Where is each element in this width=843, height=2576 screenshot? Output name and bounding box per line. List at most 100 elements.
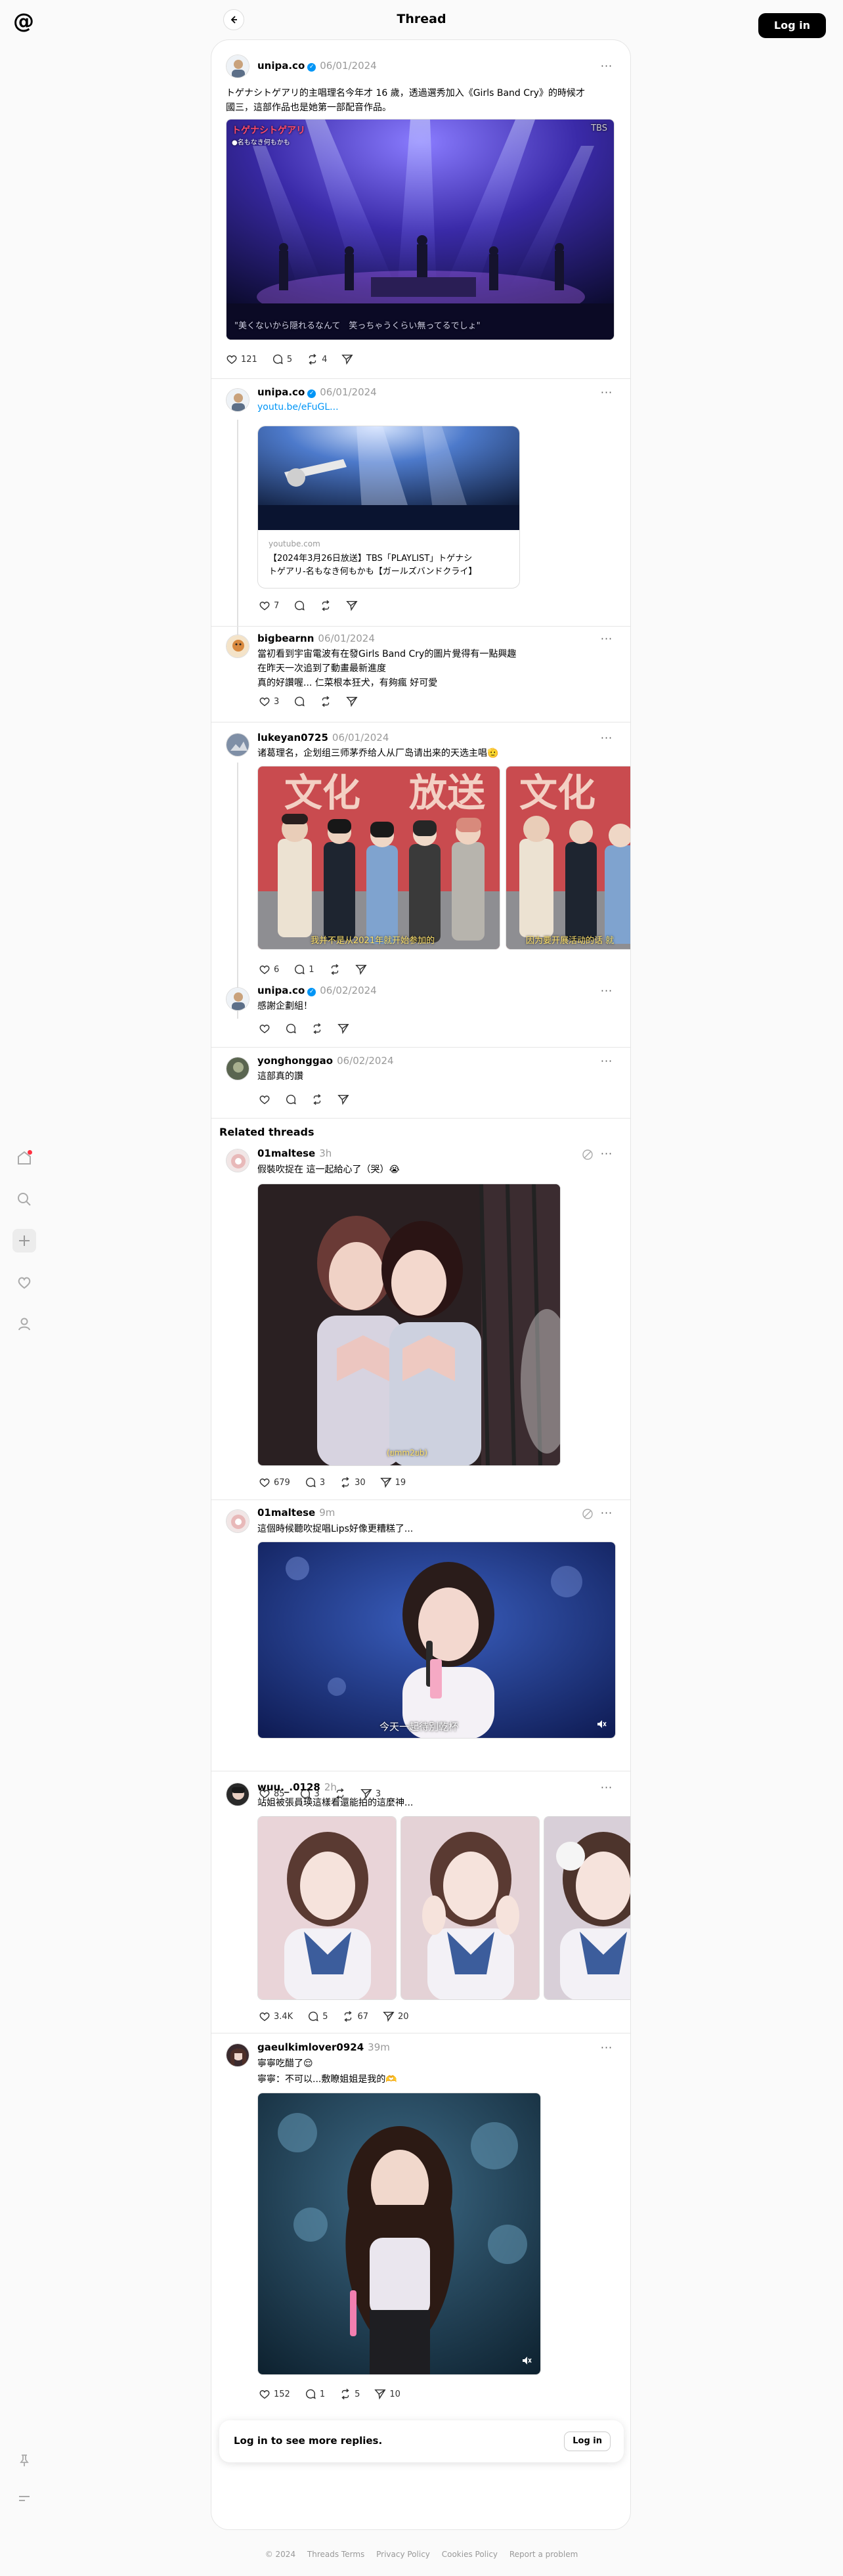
footer-cookies-link[interactable]: Cookies Policy — [442, 2550, 498, 2559]
mute-video-icon[interactable] — [521, 2355, 532, 2366]
avatar[interactable] — [226, 1783, 249, 1806]
like-button[interactable]: 679 — [259, 1477, 290, 1488]
post-header[interactable]: lukeyan0725 06/01/2024 — [257, 732, 389, 744]
username[interactable]: lukeyan0725 — [257, 732, 328, 744]
mute-icon[interactable] — [582, 1149, 594, 1161]
avatar[interactable] — [226, 1057, 249, 1080]
more-options-icon[interactable]: ··· — [597, 60, 616, 73]
post-header[interactable]: unipa.co ✓ 06/02/2024 — [257, 985, 377, 996]
timestamp[interactable]: 3h — [319, 1147, 332, 1159]
post-header[interactable]: wuu._.0128 2h — [257, 1781, 337, 1793]
post-header[interactable]: unipa.co ✓ 06/01/2024 — [257, 386, 377, 398]
username[interactable]: wuu._.0128 — [257, 1781, 320, 1793]
timestamp[interactable]: 06/02/2024 — [337, 1055, 393, 1067]
mute-video-icon[interactable] — [595, 1718, 607, 1730]
timestamp[interactable]: 06/01/2024 — [332, 732, 389, 744]
reply-button[interactable] — [293, 600, 305, 611]
timestamp[interactable]: 06/02/2024 — [320, 985, 376, 996]
like-button[interactable] — [259, 1094, 270, 1105]
more-options-icon[interactable]: ··· — [597, 1507, 616, 1520]
post-header[interactable]: gaeulkimlover0924 39m — [257, 2041, 390, 2053]
timestamp[interactable]: 06/01/2024 — [320, 386, 376, 398]
repost-button[interactable]: 67 — [342, 2010, 368, 2022]
post-header[interactable]: yonghonggao 06/02/2024 — [257, 1055, 394, 1067]
reply-button[interactable] — [293, 696, 305, 707]
more-options-icon[interactable]: ··· — [597, 1055, 616, 1068]
share-button[interactable] — [346, 600, 358, 611]
post-header[interactable]: bigbearnn 06/01/2024 — [257, 633, 375, 644]
more-options-icon[interactable]: ··· — [597, 985, 616, 998]
username[interactable]: unipa.co — [257, 985, 305, 996]
username[interactable]: yonghonggao — [257, 1055, 333, 1067]
repost-button[interactable] — [311, 1094, 323, 1105]
login-prompt-button[interactable]: Log in — [564, 2432, 611, 2451]
more-options-icon[interactable]: ··· — [597, 633, 616, 646]
avatar[interactable] — [226, 634, 249, 658]
reply-button[interactable] — [285, 1023, 297, 1034]
more-options-icon[interactable]: ··· — [597, 1781, 616, 1794]
username[interactable]: 01maltese — [257, 1507, 315, 1519]
post-image[interactable] — [400, 1816, 540, 2000]
post-image[interactable]: トゲナシトゲアリ ●名もなき何もかも TBS "美くないから隠れるなんて 笑っち… — [226, 119, 615, 340]
profile-icon[interactable] — [12, 1312, 36, 1336]
footer-terms-link[interactable]: Threads Terms — [307, 2550, 364, 2559]
avatar[interactable] — [226, 1509, 249, 1533]
home-icon[interactable] — [12, 1146, 36, 1170]
repost-button[interactable]: 5 — [339, 2388, 360, 2400]
post-video[interactable] — [257, 2093, 541, 2375]
username[interactable]: unipa.co — [257, 386, 305, 398]
username[interactable]: gaeulkimlover0924 — [257, 2041, 364, 2053]
avatar[interactable] — [226, 55, 249, 78]
share-button[interactable] — [337, 1023, 349, 1034]
share-button[interactable]: 19 — [379, 1477, 406, 1488]
footer-report-link[interactable]: Report a problem — [509, 2550, 578, 2559]
post-image[interactable]: 文化 因为要开展活动的话 就 — [506, 766, 630, 950]
more-options-icon[interactable]: ··· — [597, 2041, 616, 2054]
activity-icon[interactable] — [12, 1271, 36, 1295]
more-options-icon[interactable]: ··· — [597, 1147, 616, 1161]
avatar[interactable] — [226, 733, 249, 757]
share-button[interactable]: 20 — [383, 2010, 409, 2022]
pin-icon[interactable] — [12, 2449, 36, 2472]
timestamp[interactable]: 06/01/2024 — [318, 633, 374, 644]
create-icon[interactable] — [12, 1229, 36, 1253]
username[interactable]: unipa.co — [257, 60, 305, 72]
share-button[interactable] — [346, 696, 358, 707]
reply-button[interactable]: 3 — [305, 1477, 325, 1488]
repost-button[interactable] — [320, 696, 332, 707]
avatar[interactable] — [226, 2043, 249, 2067]
avatar[interactable] — [226, 1149, 249, 1172]
timestamp[interactable]: 39m — [368, 2041, 390, 2053]
like-button[interactable]: 7 — [259, 600, 279, 611]
footer-privacy-link[interactable]: Privacy Policy — [376, 2550, 430, 2559]
username[interactable]: bigbearnn — [257, 633, 314, 644]
avatar[interactable] — [226, 987, 249, 1011]
menu-icon[interactable] — [12, 2487, 36, 2510]
like-button[interactable]: 3 — [259, 696, 279, 707]
like-button[interactable]: 152 — [259, 2388, 290, 2400]
login-button[interactable]: Log in — [758, 13, 826, 38]
repost-button[interactable] — [329, 964, 341, 975]
timestamp[interactable]: 9m — [319, 1507, 335, 1519]
post-image[interactable]: 文化 放送 我并不是从2021年就开始参加的 — [257, 766, 500, 950]
share-button[interactable] — [337, 1094, 349, 1105]
link-preview-card[interactable]: youtube.com 【2024年3月26日放送】TBS「PLAYLIST」ト… — [257, 426, 520, 588]
repost-button[interactable]: 4 — [307, 353, 327, 365]
timestamp[interactable]: 2h — [324, 1781, 337, 1793]
mute-icon[interactable] — [582, 1508, 594, 1520]
timestamp[interactable]: 06/01/2024 — [320, 60, 376, 72]
search-icon[interactable] — [12, 1188, 36, 1211]
share-button[interactable]: 10 — [374, 2388, 400, 2400]
reply-button[interactable]: 1 — [305, 2388, 325, 2400]
post-video[interactable]: (ยmm2ยb) — [257, 1184, 561, 1466]
reply-button[interactable] — [285, 1094, 297, 1105]
post-header[interactable]: 01maltese 3h — [257, 1147, 332, 1159]
post-image[interactable] — [257, 1816, 397, 2000]
share-button[interactable] — [355, 964, 367, 975]
like-button[interactable]: 121 — [226, 353, 257, 365]
like-button[interactable]: 3.4K — [259, 2010, 293, 2022]
repost-button[interactable] — [311, 1023, 323, 1034]
reply-button[interactable]: 1 — [293, 964, 314, 975]
like-button[interactable]: 6 — [259, 964, 279, 975]
like-button[interactable] — [259, 1023, 270, 1034]
